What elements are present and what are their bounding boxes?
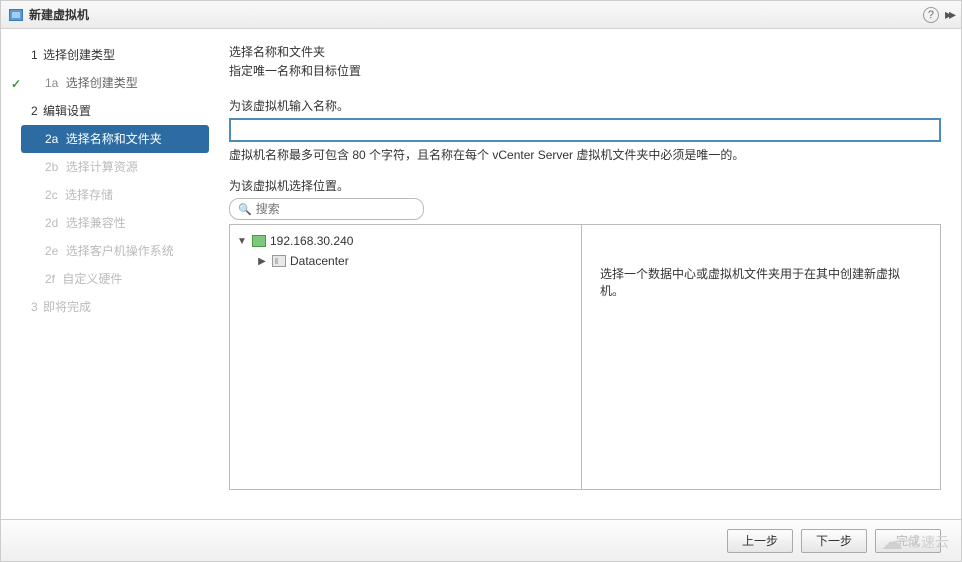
collapse-icon[interactable]: ▼ <box>236 236 248 247</box>
name-hint: 虚拟机名称最多可包含 80 个字符，且名称在每个 vCenter Server … <box>229 146 941 163</box>
step-1a[interactable]: ✓1a 选择创建类型 <box>1 69 215 97</box>
location-tree[interactable]: ▼ 192.168.30.240 ▶ Datacenter <box>230 225 582 489</box>
step-2[interactable]: 2编辑设置 <box>1 97 215 125</box>
tree-node-server[interactable]: ▼ 192.168.30.240 <box>236 231 575 251</box>
tree-server-label: 192.168.30.240 <box>270 234 353 248</box>
wizard-footer: 上一步 下一步 完成 <box>1 519 961 561</box>
location-description: 选择一个数据中心或虚拟机文件夹用于在其中创建新虚拟机。 <box>582 225 940 489</box>
step-2f: 2f 自定义硬件 <box>1 265 215 293</box>
search-icon: 🔍 <box>238 203 252 216</box>
check-icon: ✓ <box>11 74 21 94</box>
location-search[interactable]: 🔍 <box>229 198 424 220</box>
tree-node-datacenter[interactable]: ▶ Datacenter <box>236 251 575 271</box>
location-label: 为该虚拟机选择位置。 <box>229 177 941 194</box>
step-2b: 2b 选择计算资源 <box>1 153 215 181</box>
datacenter-icon <box>272 255 286 267</box>
page-title: 选择名称和文件夹 <box>229 43 941 60</box>
page-subtitle: 指定唯一名称和目标位置 <box>229 62 941 79</box>
step-2e: 2e 选择客户机操作系统 <box>1 237 215 265</box>
step-2d: 2d 选择兼容性 <box>1 209 215 237</box>
help-icon[interactable]: ? <box>923 7 939 23</box>
expand-icon[interactable]: ▸▸ <box>945 6 953 23</box>
name-label: 为该虚拟机输入名称。 <box>229 97 941 114</box>
next-button[interactable]: 下一步 <box>801 529 867 553</box>
cloud-icon: ☁ <box>881 529 903 555</box>
step-1[interactable]: 1选择创建类型 <box>1 41 215 69</box>
wizard-content: 选择名称和文件夹 指定唯一名称和目标位置 为该虚拟机输入名称。 虚拟机名称最多可… <box>215 29 961 561</box>
location-panel: ▼ 192.168.30.240 ▶ Datacenter 选择一个数据中心或虚… <box>229 224 941 490</box>
vm-name-input[interactable] <box>229 118 941 142</box>
watermark: ☁ 亿速云 <box>881 529 949 555</box>
server-icon <box>252 235 266 247</box>
step-2a[interactable]: 2a 选择名称和文件夹 <box>21 125 209 153</box>
step-2c: 2c 选择存储 <box>1 181 215 209</box>
tree-datacenter-label: Datacenter <box>290 254 349 268</box>
wizard-window: 新建虚拟机 ? ▸▸ 1选择创建类型 ✓1a 选择创建类型 2编辑设置 2a 选… <box>0 0 962 562</box>
step-3: 3即将完成 <box>1 293 215 321</box>
wizard-sidebar: 1选择创建类型 ✓1a 选择创建类型 2编辑设置 2a 选择名称和文件夹 2b … <box>1 29 215 561</box>
expand-icon[interactable]: ▶ <box>256 256 268 267</box>
vm-icon <box>9 9 23 21</box>
back-button[interactable]: 上一步 <box>727 529 793 553</box>
search-input[interactable] <box>256 202 417 216</box>
window-title: 新建虚拟机 <box>29 6 923 23</box>
titlebar: 新建虚拟机 ? ▸▸ <box>1 1 961 29</box>
